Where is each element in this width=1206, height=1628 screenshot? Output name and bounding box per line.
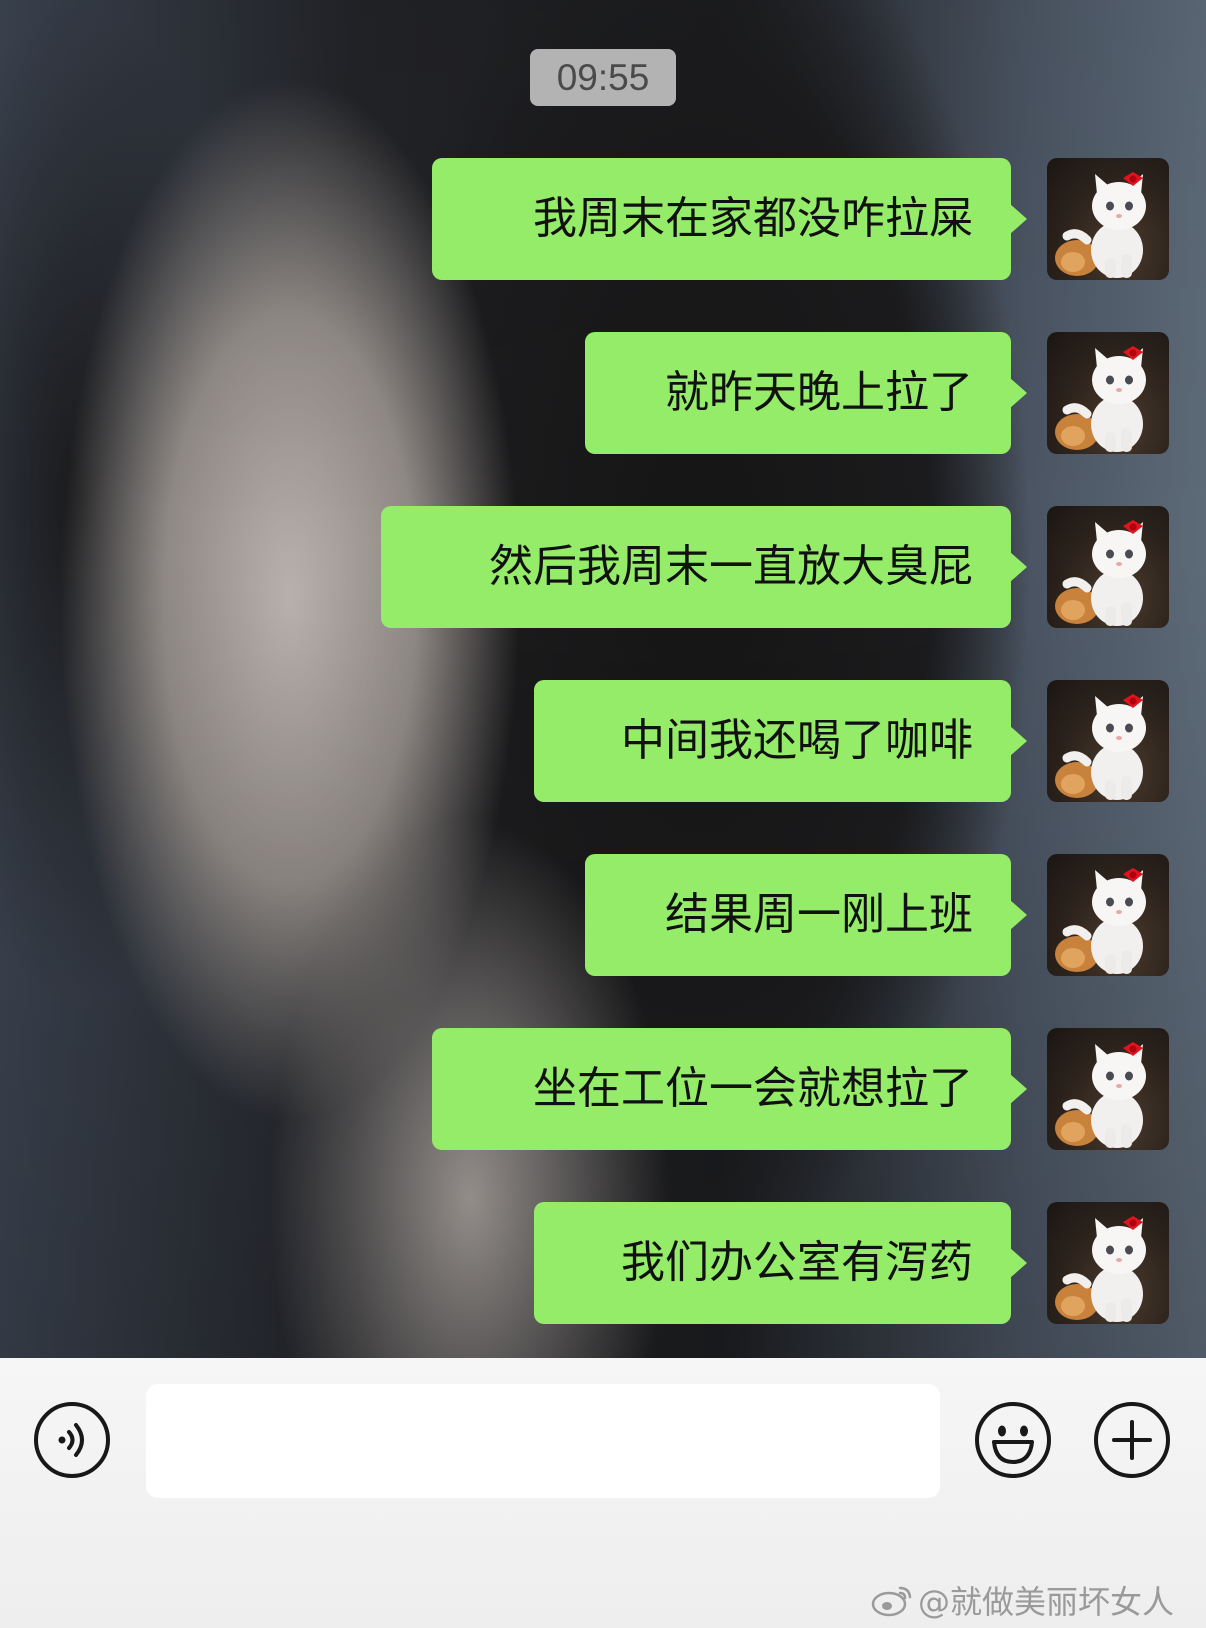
- cat-avatar-icon: [1055, 868, 1146, 974]
- watermark-text: @就做美丽坏女人: [917, 1583, 1174, 1621]
- cat-avatar-icon: [1055, 1216, 1146, 1322]
- avatar[interactable]: [1047, 854, 1169, 976]
- voice-button[interactable]: [32, 1400, 112, 1480]
- plus-icon: [1094, 1402, 1170, 1478]
- emoji-button[interactable]: [973, 1400, 1053, 1480]
- more-button[interactable]: [1092, 1400, 1172, 1480]
- avatar[interactable]: [1047, 1028, 1169, 1150]
- message-timestamp: 09:55: [530, 49, 676, 106]
- avatar[interactable]: [1047, 158, 1169, 280]
- cat-avatar-icon: [1055, 172, 1146, 278]
- message-bubble[interactable]: 然后我周末一直放大臭屁: [381, 506, 1027, 628]
- voice-icon: [34, 1402, 110, 1478]
- avatar[interactable]: [1047, 506, 1169, 628]
- cat-avatar-icon: [1055, 520, 1146, 626]
- emoji-icon: [975, 1402, 1051, 1478]
- message-bubble[interactable]: 我周末在家都没咋拉屎: [432, 158, 1027, 280]
- message-bubble[interactable]: 我们办公室有泻药: [534, 1202, 1027, 1324]
- cat-avatar-icon: [1055, 346, 1146, 452]
- message-bubble[interactable]: 就昨天晚上拉了: [585, 332, 1027, 454]
- message-bubble[interactable]: 坐在工位一会就想拉了: [432, 1028, 1027, 1150]
- weibo-icon: [871, 1586, 912, 1617]
- message-bubble[interactable]: 中间我还喝了咖啡: [534, 680, 1027, 802]
- avatar[interactable]: [1047, 1202, 1169, 1324]
- watermark: @就做美丽坏女人: [870, 1580, 1174, 1621]
- avatar[interactable]: [1047, 680, 1169, 802]
- cat-avatar-icon: [1055, 1042, 1146, 1148]
- message-input[interactable]: [146, 1384, 940, 1498]
- message-bubble[interactable]: 结果周一刚上班: [585, 854, 1027, 976]
- avatar[interactable]: [1047, 332, 1169, 454]
- cat-avatar-icon: [1055, 694, 1146, 800]
